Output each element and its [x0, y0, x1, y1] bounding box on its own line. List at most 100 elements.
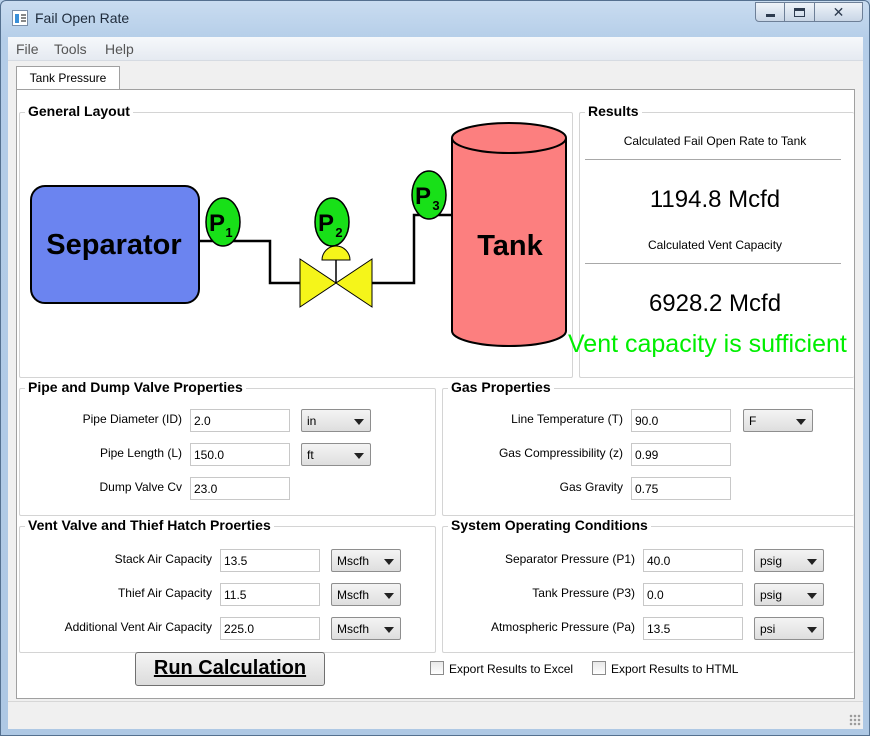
- gas-gravity-label: Gas Gravity: [559, 480, 623, 494]
- tank-pressure-unit-select[interactable]: psig: [754, 583, 824, 606]
- stack-air-unit-value: Mscfh: [337, 554, 370, 568]
- chevron-down-icon: [384, 559, 394, 565]
- maximize-icon: [794, 8, 805, 17]
- tank-top: [451, 122, 567, 154]
- vent-capacity-value: 6928.2 Mcfd: [648, 290, 782, 317]
- separator-pressure-unit-value: psig: [760, 554, 783, 568]
- app-icon: [12, 10, 28, 26]
- atmospheric-pressure-label: Atmospheric Pressure (Pa): [490, 620, 635, 634]
- thief-air-unit-value: Mscfh: [337, 588, 370, 602]
- run-calculation-button[interactable]: Run Calculation: [135, 652, 325, 686]
- stack-air-capacity-label: Stack Air Capacity: [114, 552, 212, 566]
- vent-capacity-label: Calculated Vent Capacity: [647, 238, 783, 252]
- temperature-unit-select[interactable]: F: [743, 409, 813, 432]
- menu-help[interactable]: Help: [105, 41, 134, 57]
- stack-air-unit-select[interactable]: Mscfh: [331, 549, 401, 572]
- app-window: Fail Open Rate ✕ File Tools Help Tank Pr…: [0, 0, 870, 736]
- vent-status-message: Vent capacity is sufficient: [568, 330, 847, 358]
- gauge-p3: P 3: [411, 170, 447, 220]
- menu-file[interactable]: File: [16, 41, 39, 57]
- general-layout-group: General Layout Separator Tank P 1 P 2 P …: [19, 103, 573, 378]
- gauge-p1: P 1: [205, 197, 241, 247]
- gauge-p3-letter: P: [415, 183, 431, 210]
- atmospheric-pressure-unit-value: psi: [760, 622, 776, 636]
- thief-air-unit-select[interactable]: Mscfh: [331, 583, 401, 606]
- export-html-label[interactable]: Export Results to HTML: [611, 662, 738, 676]
- caption-buttons: ✕: [755, 2, 863, 22]
- valve-actuator: [321, 245, 351, 261]
- pipe-length-label: Pipe Length (L): [99, 446, 182, 460]
- resize-grip-icon[interactable]: [849, 714, 861, 726]
- stack-air-capacity-input[interactable]: 13.5: [220, 549, 320, 572]
- gas-properties-title: Gas Properties: [448, 379, 554, 395]
- pipe-valve-title: Pipe and Dump Valve Properties: [25, 379, 246, 395]
- chevron-down-icon: [384, 593, 394, 599]
- tank-pressure-input[interactable]: 0.0: [643, 583, 743, 606]
- results-title: Results: [585, 103, 642, 119]
- results-divider-1: [585, 159, 841, 160]
- chevron-down-icon: [354, 419, 364, 425]
- pipe-valve-group: Pipe and Dump Valve Properties Pipe Diam…: [19, 379, 436, 516]
- temperature-unit-value: F: [749, 414, 757, 428]
- additional-vent-unit-select[interactable]: Mscfh: [331, 617, 401, 640]
- close-button[interactable]: ✕: [815, 2, 863, 22]
- results-divider-2: [585, 263, 841, 264]
- tab-strip: Tank Pressure: [8, 61, 863, 90]
- pipe-diameter-unit-select[interactable]: in: [301, 409, 371, 432]
- pipe-left: [198, 239, 310, 285]
- additional-vent-capacity-input[interactable]: 225.0: [220, 617, 320, 640]
- dump-valve-cv-input[interactable]: 23.0: [190, 477, 290, 500]
- tank-pressure-panel: General Layout Separator Tank P 1 P 2 P …: [16, 89, 855, 699]
- tab-tank-pressure[interactable]: Tank Pressure: [16, 66, 120, 90]
- additional-vent-unit-value: Mscfh: [337, 622, 370, 636]
- minimize-button[interactable]: [755, 2, 785, 22]
- separator-pressure-label: Separator Pressure (P1): [504, 552, 635, 566]
- status-bar: [8, 701, 863, 729]
- thief-air-capacity-input[interactable]: 11.5: [220, 583, 320, 606]
- title-bar[interactable]: Fail Open Rate ✕: [1, 1, 869, 35]
- maximize-button[interactable]: [785, 2, 815, 22]
- system-conditions-group: System Operating Conditions Separator Pr…: [442, 517, 854, 653]
- atmospheric-pressure-input[interactable]: 13.5: [643, 617, 743, 640]
- separator-pressure-input[interactable]: 40.0: [643, 549, 743, 572]
- gauge-p1-index: 1: [225, 225, 232, 240]
- menu-tools[interactable]: Tools: [54, 41, 87, 57]
- pipe-diameter-input[interactable]: 2.0: [190, 409, 290, 432]
- gas-gravity-input[interactable]: 0.75: [631, 477, 731, 500]
- pipe-length-unit-select[interactable]: ft: [301, 443, 371, 466]
- chevron-down-icon: [384, 627, 394, 633]
- export-excel-label[interactable]: Export Results to Excel: [449, 662, 573, 676]
- thief-air-capacity-label: Thief Air Capacity: [117, 586, 212, 600]
- gauge-p2-index: 2: [335, 225, 342, 240]
- tank-pressure-label: Tank Pressure (P3): [532, 586, 635, 600]
- fail-open-rate-label: Calculated Fail Open Rate to Tank: [623, 134, 807, 148]
- dump-valve-cv-label: Dump Valve Cv: [99, 480, 182, 494]
- atmospheric-pressure-unit-select[interactable]: psi: [754, 617, 824, 640]
- pipe-length-input[interactable]: 150.0: [190, 443, 290, 466]
- line-temperature-input[interactable]: 90.0: [631, 409, 731, 432]
- chevron-down-icon: [796, 419, 806, 425]
- gauge-p2: P 2: [314, 197, 350, 247]
- gauge-p3-index: 3: [432, 198, 439, 213]
- gas-compressibility-input[interactable]: 0.99: [631, 443, 731, 466]
- pipe-right: [366, 213, 452, 285]
- fail-open-rate-value: 1194.8 Mcfd: [649, 186, 781, 213]
- separator-label: Separator: [46, 229, 181, 261]
- export-excel-checkbox[interactable]: [430, 661, 444, 675]
- export-html-checkbox[interactable]: [592, 661, 606, 675]
- gauge-p1-letter: P: [209, 210, 225, 237]
- menu-bar: File Tools Help: [8, 37, 863, 61]
- gas-compressibility-label: Gas Compressibility (z): [498, 446, 623, 460]
- valve-left-half: [299, 258, 337, 308]
- chevron-down-icon: [807, 593, 817, 599]
- vent-valve-group: Vent Valve and Thief Hatch Proerties Sta…: [19, 517, 436, 653]
- additional-vent-capacity-label: Additional Vent Air Capacity: [64, 620, 212, 634]
- vent-valve-title: Vent Valve and Thief Hatch Proerties: [25, 517, 274, 533]
- client-area: File Tools Help Tank Pressure General La…: [8, 37, 863, 729]
- pipe-diameter-label: Pipe Diameter (ID): [82, 412, 182, 426]
- separator-pressure-unit-select[interactable]: psig: [754, 549, 824, 572]
- chevron-down-icon: [354, 453, 364, 459]
- window-title: Fail Open Rate: [35, 10, 130, 26]
- gauge-p2-letter: P: [318, 210, 334, 237]
- system-conditions-title: System Operating Conditions: [448, 517, 651, 533]
